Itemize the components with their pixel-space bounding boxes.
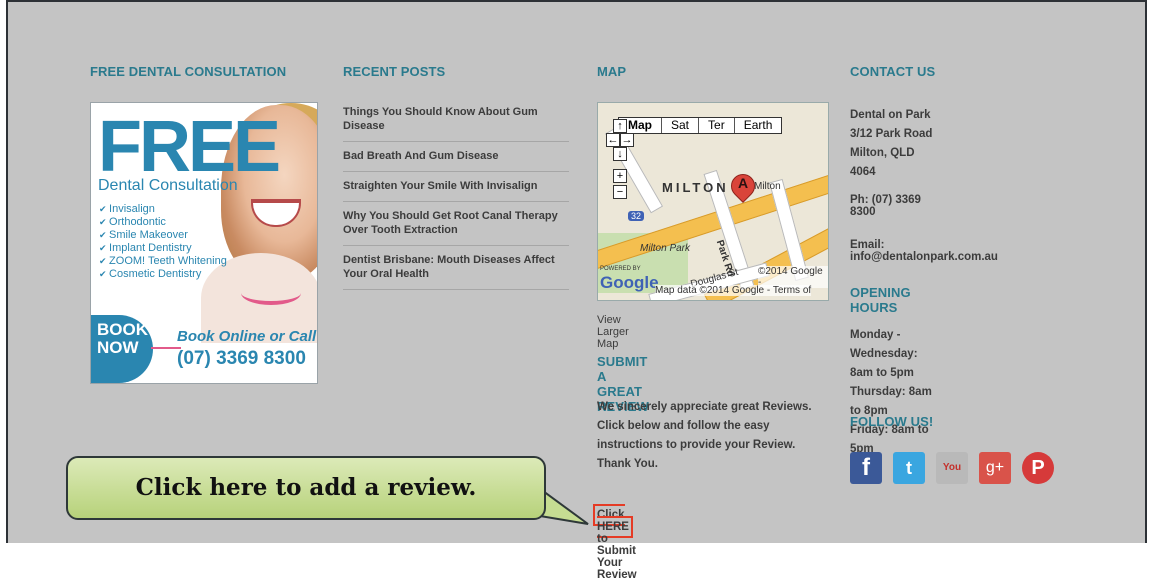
list-item: Bad Breath And Gum Disease	[343, 142, 569, 172]
pan-down-icon[interactable]: ↓	[613, 147, 627, 161]
embedded-map[interactable]: Map Sat Ter Earth ← → ↑ ↓ + − MILTON Mil…	[597, 102, 829, 301]
map-label-milton-park: Milton Park	[640, 243, 691, 254]
map-route-badge: 32	[628, 211, 645, 221]
address-line: Milton, QLD 4064	[850, 147, 915, 178]
review-description: We sincerely appreciate great Reviews. C…	[597, 401, 812, 470]
twitter-icon[interactable]: t	[893, 452, 925, 484]
list-item: Straighten Your Smile With Invisalign	[343, 172, 569, 202]
map-label-milton: Milton	[754, 181, 781, 192]
map-label-milton-caps: MILTON	[662, 180, 729, 195]
consultation-ad-banner[interactable]: FREE Dental Consultation Invisalign Orth…	[90, 102, 318, 384]
ad-phone: (07) 3369 8300	[177, 348, 306, 369]
ad-now-label: NOW	[97, 338, 139, 357]
footer-panel: FREE DENTAL CONSULTATION FREE Dental Con…	[6, 0, 1147, 581]
list-item: Why You Should Get Root Canal Therapy Ov…	[343, 202, 569, 246]
ad-woman-strap	[241, 281, 301, 305]
map-marker-label: A	[737, 175, 749, 191]
zoom-in-icon[interactable]: +	[613, 169, 627, 183]
ad-service-item: Cosmetic Dentistry	[99, 268, 227, 281]
address-line: Dental on Park	[850, 109, 931, 121]
facebook-icon[interactable]: f	[850, 452, 882, 484]
view-larger-map-link[interactable]: View Larger Map	[597, 314, 629, 350]
submit-review-line: Click HERE to Submit Your Review	[593, 504, 637, 581]
ad-cta: Book Online or Call	[177, 328, 317, 345]
post-link[interactable]: Things You Should Know About Gum Disease	[343, 106, 538, 132]
map-data-notice[interactable]: Map data ©2014 Google - Terms of	[655, 285, 812, 296]
post-link[interactable]: Dentist Brisbane: Mouth Diseases Affect …	[343, 254, 555, 280]
ad-headline: FREE	[98, 107, 281, 187]
recent-posts-list: Things You Should Know About Gum Disease…	[343, 98, 569, 290]
ad-book-label: BOOK	[97, 320, 148, 339]
callout-text: Click here to add a review.	[135, 474, 477, 501]
contact-email[interactable]: Email: info@dentalonpark.com.au	[850, 239, 998, 263]
post-link[interactable]: Bad Breath And Gum Disease	[343, 150, 498, 162]
post-link[interactable]: Straighten Your Smile With Invisalign	[343, 180, 537, 192]
contact-phone[interactable]: Ph: (07) 3369 8300	[850, 194, 935, 218]
ad-service-item: Implant Dentistry	[99, 242, 227, 255]
recent-posts-heading: RECENT POSTS	[343, 64, 446, 79]
consultation-column: FREE DENTAL CONSULTATION FREE Dental Con…	[90, 64, 318, 384]
contact-column: CONTACT US Dental on Park 3/12 Park Road…	[850, 64, 1054, 484]
powered-by-label: POWERED BY	[600, 266, 641, 272]
ad-service-item: Smile Makeover	[99, 229, 227, 242]
social-links: f t You g+ P	[850, 452, 1054, 484]
ad-services-list: Invisalign Orthodontic Smile Makeover Im…	[99, 203, 227, 281]
ad-service-item: Orthodontic	[99, 216, 227, 229]
follow-heading: FOLLOW US!	[850, 414, 934, 429]
pan-up-icon[interactable]: ↑	[613, 119, 627, 133]
pinterest-icon[interactable]: P	[1022, 452, 1054, 484]
map-type-ter[interactable]: Ter	[699, 118, 735, 133]
submit-review-suffix: to Submit Your Review	[597, 533, 637, 581]
google-logo: Google	[600, 273, 659, 292]
google-plus-icon[interactable]: g+	[979, 452, 1011, 484]
consultation-heading: FREE DENTAL CONSULTATION	[90, 64, 287, 79]
map-type-control: Map Sat Ter Earth	[618, 117, 783, 134]
ad-book-now-badge: BOOK NOW	[91, 315, 153, 383]
contact-heading: CONTACT US	[850, 64, 936, 79]
recent-posts-column: RECENT POSTS Things You Should Know Abou…	[343, 64, 569, 290]
opening-hours-list: Monday - Wednesday: 8am to 5pm Thursday:…	[850, 326, 935, 459]
map-type-sat[interactable]: Sat	[662, 118, 700, 133]
hours-line: Monday - Wednesday: 8am to 5pm	[850, 329, 918, 379]
pan-right-icon[interactable]: →	[620, 133, 634, 147]
ad-subhead: Dental Consultation	[98, 177, 238, 194]
opening-hours-heading: OPENING HOURS	[850, 285, 911, 315]
list-item: Things You Should Know About Gum Disease	[343, 98, 569, 142]
map-column: MAP Map Sat Ter Earth ← → ↑ ↓ + − MILTON…	[593, 64, 829, 581]
post-link[interactable]: Why You Should Get Root Canal Therapy Ov…	[343, 210, 558, 236]
contact-address: Dental on Park 3/12 Park Road Milton, QL…	[850, 106, 935, 182]
ad-service-item: Invisalign	[99, 203, 227, 216]
youtube-icon[interactable]: You	[936, 452, 968, 484]
ad-service-item: ZOOM! Teeth Whitening	[99, 255, 227, 268]
list-item: Dentist Brisbane: Mouth Diseases Affect …	[343, 246, 569, 290]
pan-left-icon[interactable]: ←	[606, 133, 620, 147]
review-callout: Click here to add a review.	[66, 456, 546, 520]
address-line: 3/12 Park Road	[850, 128, 933, 140]
map-heading: MAP	[597, 64, 627, 79]
map-type-earth[interactable]: Earth	[735, 118, 782, 133]
zoom-out-icon[interactable]: −	[613, 185, 627, 199]
